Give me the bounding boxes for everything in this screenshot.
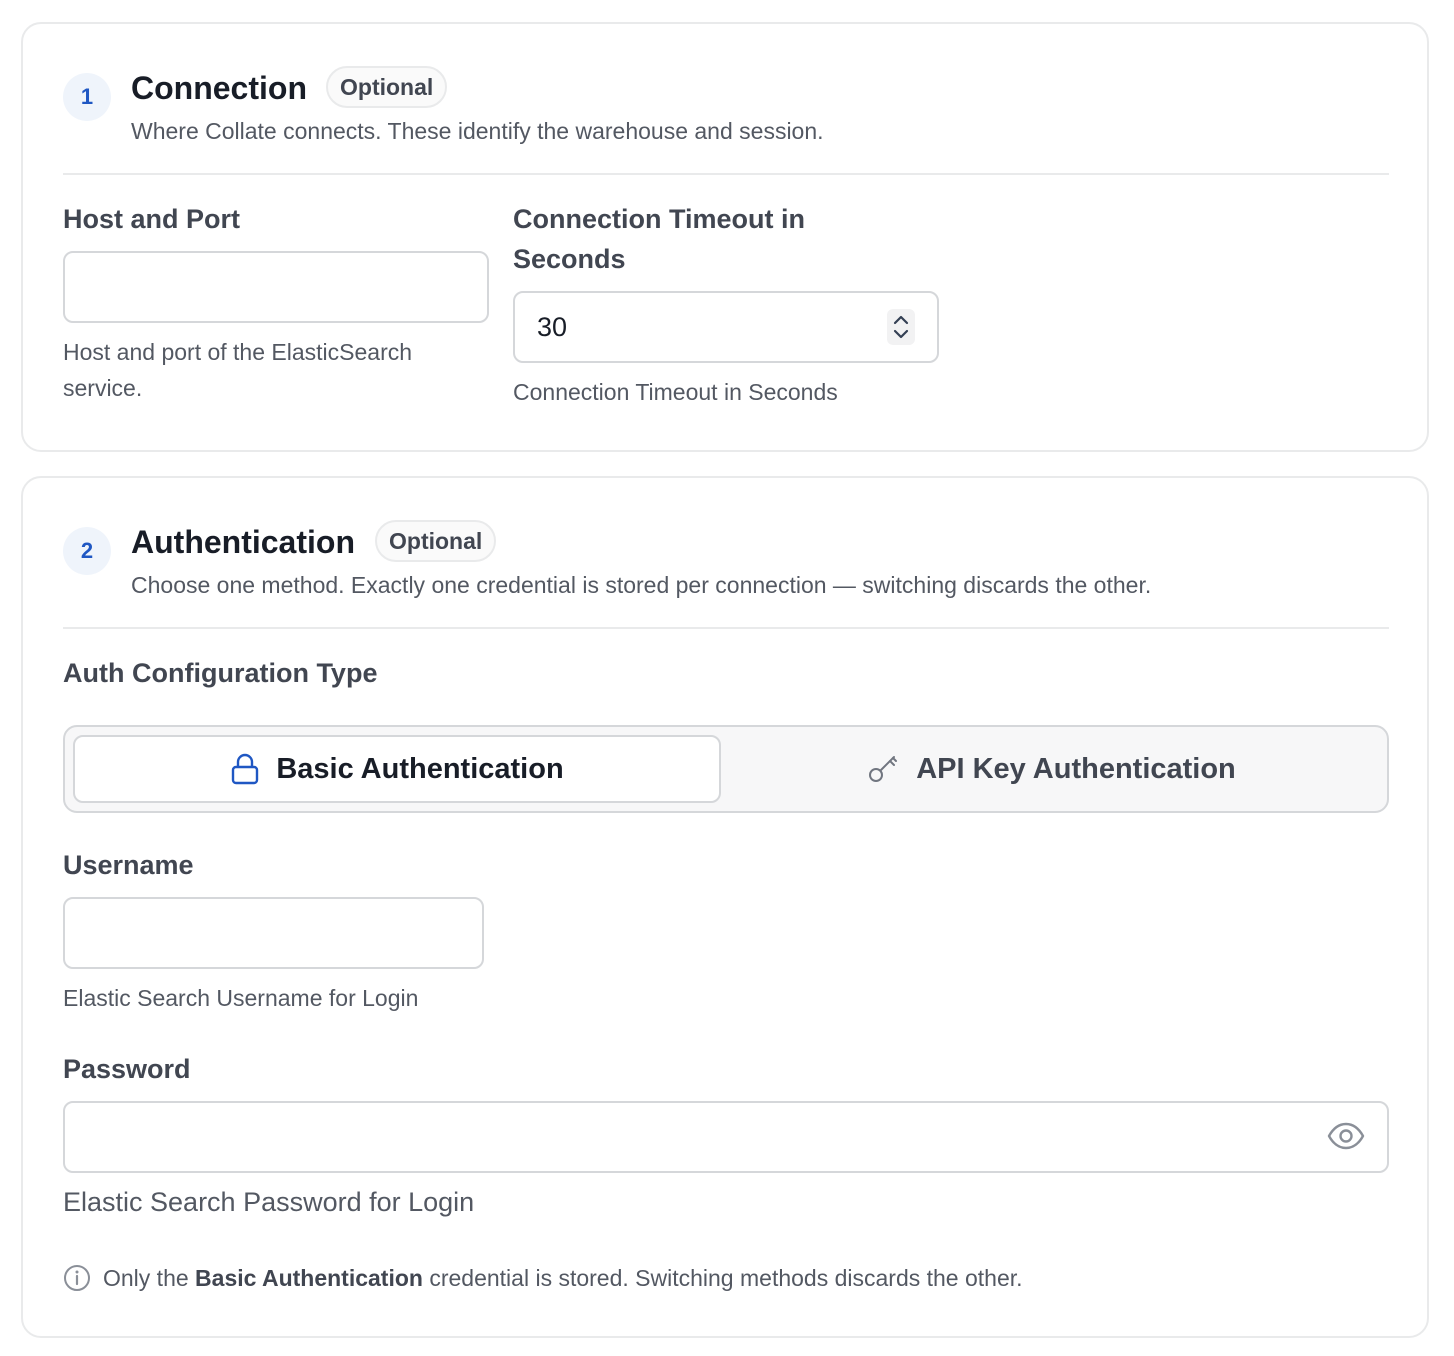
- section-divider: [63, 627, 1389, 629]
- timeout-label: Connection Timeout in Seconds: [513, 204, 805, 274]
- host-port-label: Host and Port: [63, 204, 241, 234]
- password-label: Password: [63, 1054, 191, 1084]
- optional-badge: Optional: [375, 520, 497, 562]
- password-input[interactable]: [63, 1101, 1389, 1173]
- lock-icon: [232, 753, 259, 785]
- basic-auth-option[interactable]: Basic Authentication: [73, 735, 721, 803]
- connection-subtitle: Where Collate connects. These identify t…: [131, 118, 824, 144]
- password-field: [63, 1101, 1389, 1173]
- username-label: Username: [63, 850, 194, 880]
- basic-auth-label: Basic Authentication: [276, 752, 564, 785]
- stepper-chevrons-icon: [893, 315, 909, 339]
- key-icon: [869, 756, 898, 782]
- number-stepper[interactable]: [887, 309, 915, 345]
- timeout-hint: Connection Timeout in Seconds: [513, 379, 838, 405]
- password-hint: Elastic Search Password for Login: [63, 1187, 475, 1217]
- optional-badge: Optional: [326, 66, 448, 108]
- username-hint: Elastic Search Username for Login: [63, 985, 419, 1011]
- step-number-1: 1: [63, 73, 111, 121]
- auth-type-segmented-control: Basic Authentication API Key Authenticat…: [63, 725, 1389, 813]
- auth-config-type-label: Auth Configuration Type: [63, 658, 378, 688]
- authentication-card: 2 Authentication Optional Choose one met…: [21, 476, 1429, 1338]
- authentication-title: Authentication: [131, 524, 355, 560]
- connection-card: 1 Connection Optional Where Collate conn…: [21, 22, 1429, 452]
- step-number-2: 2: [63, 527, 111, 575]
- username-input[interactable]: [63, 897, 484, 969]
- api-key-auth-option[interactable]: API Key Authentication: [721, 735, 1383, 803]
- host-port-hint: Host and port of the ElasticSearch servi…: [63, 339, 413, 401]
- timeout-number-input[interactable]: [513, 291, 939, 363]
- connection-title: Connection: [131, 70, 307, 106]
- credential-info-note: Only the Basic Authentication credential…: [63, 1264, 1023, 1292]
- section-divider: [63, 173, 1389, 175]
- authentication-subtitle: Choose one method. Exactly one credentia…: [131, 572, 1152, 598]
- eye-icon[interactable]: [1327, 1119, 1365, 1153]
- api-key-auth-label: API Key Authentication: [916, 752, 1236, 785]
- host-port-input[interactable]: [63, 251, 489, 323]
- info-icon: [64, 1265, 90, 1291]
- info-text: Only the Basic Authentication credential…: [103, 1264, 1023, 1291]
